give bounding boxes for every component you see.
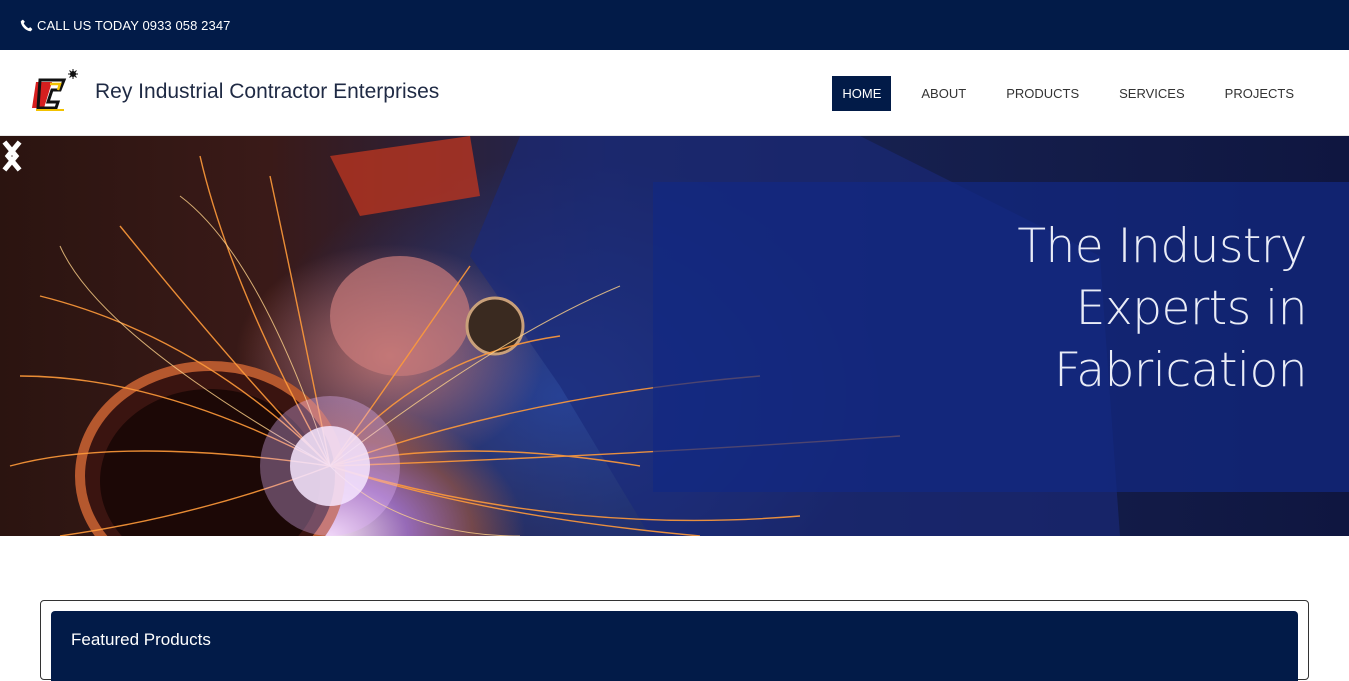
main-nav: HOME ABOUT PRODUCTS SERVICES PROJECTS — [812, 76, 1304, 111]
featured-products-title: Featured Products — [71, 630, 211, 649]
nav-item-home[interactable]: HOME — [832, 76, 892, 111]
hero-carousel: The Industry Experts in Fabrication — [0, 136, 1349, 536]
nav-item-services[interactable]: SERVICES — [1109, 76, 1195, 111]
featured-products-section: Featured Products — [40, 600, 1309, 681]
rice-logo[interactable] — [30, 68, 80, 114]
nav-item-about[interactable]: ABOUT — [911, 76, 976, 111]
nav-item-projects[interactable]: PROJECTS — [1215, 76, 1304, 111]
nav-item-products[interactable]: PRODUCTS — [996, 76, 1089, 111]
top-contact-bar: CALL US TODAY 0933 058 2347 — [0, 0, 1349, 50]
brand-name[interactable]: Rey Industrial Contractor Enterprises — [95, 80, 439, 104]
phone-number-text[interactable]: CALL US TODAY 0933 058 2347 — [37, 18, 231, 33]
hero-headline-line3: Fabrication — [1054, 343, 1307, 398]
hero-headline: The Industry Experts in Fabrication — [887, 216, 1307, 402]
phone-icon — [20, 19, 33, 31]
hero-headline-line2: Experts in — [1075, 281, 1308, 336]
featured-products-header: Featured Products — [51, 611, 1298, 681]
hero-headline-line1: The Industry — [1017, 219, 1307, 274]
chevron-right-icon[interactable] — [0, 136, 24, 176]
site-header: Rey Industrial Contractor Enterprises HO… — [0, 50, 1349, 136]
